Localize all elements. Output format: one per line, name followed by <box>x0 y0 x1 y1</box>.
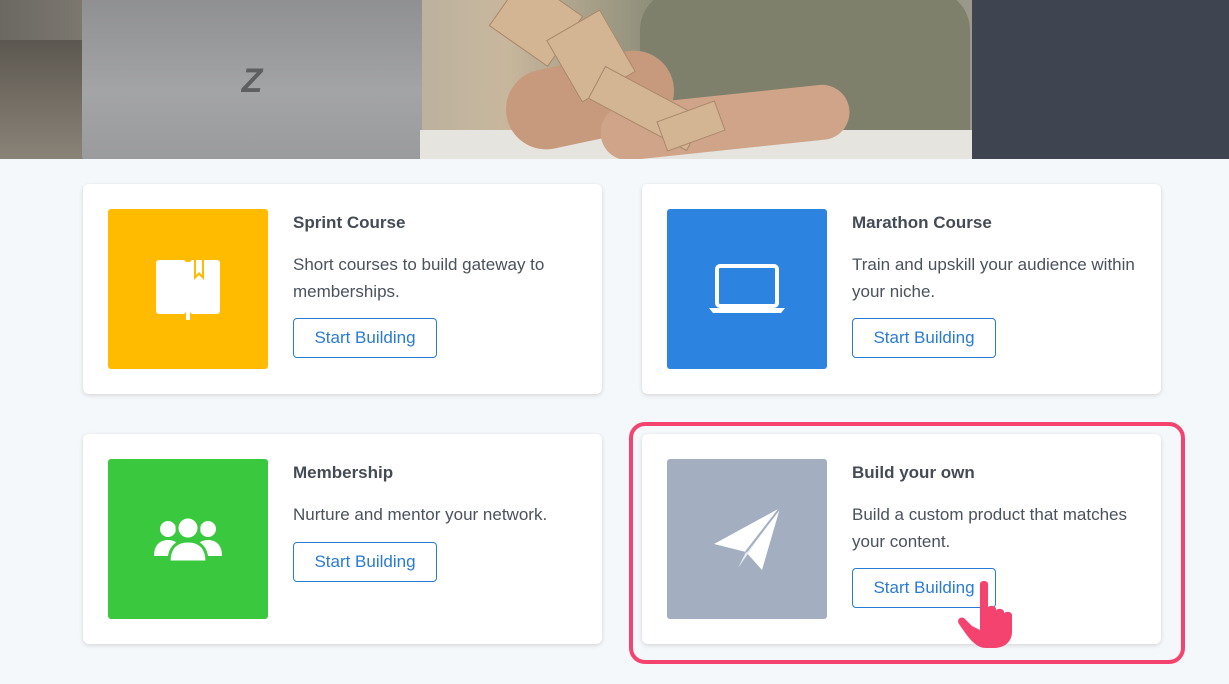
highlight-frame <box>629 422 1185 664</box>
card-title: Sprint Course <box>293 213 406 232</box>
hand-pointer-icon <box>958 581 1012 648</box>
card-title: Marathon Course <box>852 213 992 232</box>
card-sprint-course: Sprint Course Short courses to build gat… <box>83 184 602 394</box>
users-icon <box>154 516 222 562</box>
card-membership: Membership Nurture and mentor your netwo… <box>83 434 602 644</box>
start-building-button[interactable]: Start Building <box>293 542 437 582</box>
book-icon <box>156 260 220 320</box>
hero-side-panel <box>972 0 1229 159</box>
start-building-button[interactable]: Start Building <box>293 318 437 358</box>
card-icon-tile <box>108 209 268 369</box>
card-marathon-course: Marathon Course Train and upskill your a… <box>642 184 1161 394</box>
start-building-button[interactable]: Start Building <box>852 318 996 358</box>
card-description: Nurture and mentor your network. <box>293 505 548 524</box>
card-description: Short courses to build gateway to member… <box>293 255 545 301</box>
card-icon-tile <box>108 459 268 619</box>
hero-banner: Z <box>0 0 1229 159</box>
hero-photo: Z <box>0 0 972 159</box>
card-description: Train and upskill your audience within y… <box>852 255 1135 301</box>
card-icon-tile <box>667 209 827 369</box>
laptop-icon <box>709 264 785 313</box>
hero-photo-table <box>0 40 90 159</box>
laptop-logo: Z <box>241 62 263 100</box>
card-title: Membership <box>293 463 394 482</box>
